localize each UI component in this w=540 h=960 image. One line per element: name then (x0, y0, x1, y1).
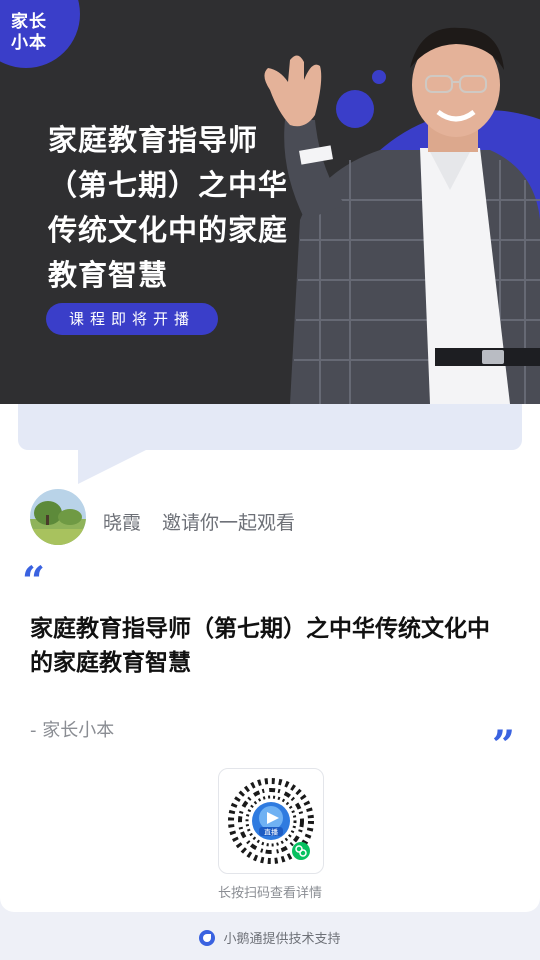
banner-title: 家庭教育指导师（第七期）之中华传统文化中的家庭教育智慧 (48, 123, 289, 292)
status-badge: 课程即将开播 (46, 303, 218, 335)
qr-center-label: 直播 (264, 828, 278, 837)
speech-bubble (18, 404, 522, 450)
qr-hint: 长按扫码查看详情 (217, 886, 322, 901)
close-quote-icon: ” (492, 722, 516, 769)
course-title: 家庭教育指导师（第七期）之中华传统文化中的家庭教育智慧 (30, 616, 490, 676)
invite-message: 邀请你一起观看 (162, 512, 296, 534)
xiaoetong-icon (199, 930, 216, 946)
share-poster: 家长 小本 家庭教育指导师（第七期）之中华传统文化中的家庭教育智慧 课程即将开播 (0, 0, 540, 912)
inviter-name: 晓霞 (103, 512, 142, 534)
presenter-image (264, 27, 540, 404)
avatar (30, 489, 86, 545)
footer: 小鹅通提供技术支持 (0, 928, 540, 947)
speech-bubble-tail (78, 448, 150, 484)
footer-text: 小鹅通提供技术支持 (223, 932, 341, 947)
logo-text: 家长 小本 (11, 12, 47, 53)
course-banner: 家长 小本 家庭教育指导师（第七期）之中华传统文化中的家庭教育智慧 课程即将开播 (0, 0, 540, 404)
quote-source: - 家长小本 (30, 720, 115, 741)
open-quote-icon: “ (22, 558, 46, 605)
qr-code-icon[interactable]: 直播 (218, 768, 324, 874)
